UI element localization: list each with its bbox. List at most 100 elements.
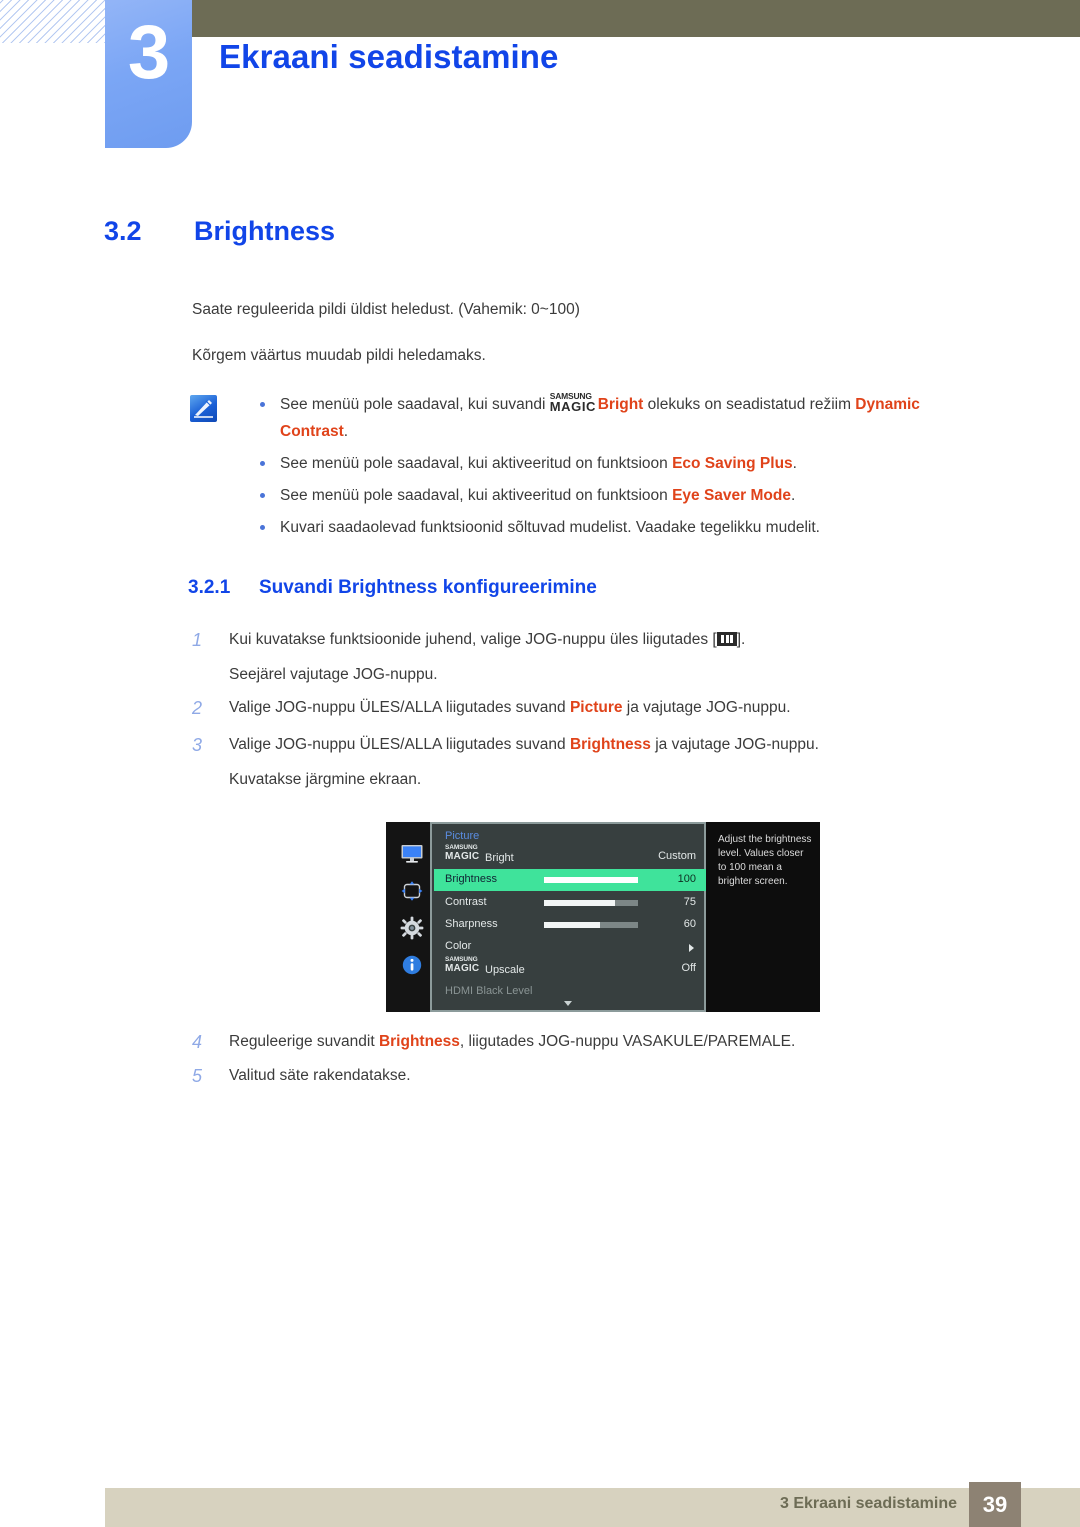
step-highlight: Picture: [569, 699, 623, 716]
osd-slider-brightness[interactable]: [544, 877, 638, 883]
subsection-title: Suvandi Brightness konfigureerimine: [259, 577, 597, 598]
step-body: Kui kuvatakse funktsioonide juhend, vali…: [229, 631, 745, 648]
screen-adjust-icon[interactable]: [399, 878, 425, 904]
osd-row-value: Custom: [658, 850, 696, 862]
bullet-icon: [260, 461, 265, 466]
bullet-icon: [260, 402, 265, 407]
osd-row-upscale[interactable]: SAMSUNG MAGIC Upscale Off: [434, 956, 706, 980]
step-text-post: ja vajutage JOG-nuppu.: [622, 699, 791, 716]
note-text-pre: See menüü pole saadaval, kui aktiveeritu…: [280, 487, 673, 504]
magic-magic-label: MAGIC: [549, 399, 597, 414]
step-text-post: ].: [736, 631, 746, 648]
step-text-pre: Valitud säte rakendatakse.: [229, 1067, 411, 1084]
note-item: See menüü pole saadaval, kui aktiveeritu…: [244, 482, 984, 509]
step-text-pre: Valige JOG-nuppu ÜLES/ALLA liigutades su…: [229, 736, 570, 753]
note-text-post: .: [792, 455, 797, 472]
osd-menu-panel: Picture SAMSUNG MAGIC Bright Custom Bright…: [430, 822, 706, 1012]
footer-chapter-label: 3 Ekraani seadistamine: [780, 1495, 957, 1512]
step-highlight: Brightness: [378, 1033, 460, 1050]
osd-help-text: Adjust the brightness level. Values clos…: [718, 834, 812, 887]
step-subtext: Seejärel vajutage JOG-nuppu.: [229, 666, 438, 683]
subsection-heading: 3.2.1 Suvandi Brightness konfigureerimin…: [188, 577, 597, 599]
section-title: Brightness: [194, 216, 336, 246]
chapter-number: 3: [127, 10, 170, 95]
step-number: 1: [192, 630, 203, 650]
decorative-hatch-pattern: [0, 0, 105, 43]
note-item: Kuvari saadaolevad funktsioonid sõltuvad…: [244, 514, 984, 541]
osd-upscale-tail: Upscale: [485, 964, 525, 976]
osd-row-label: Brightness: [445, 873, 497, 885]
step-number: 5: [192, 1066, 203, 1086]
chevron-down-icon[interactable]: [564, 1001, 572, 1006]
magicbright-tail: Bright: [597, 396, 644, 413]
intro-paragraph-2: Kõrgem väärtus muudab pildi heledamaks.: [192, 347, 486, 364]
step-text-pre: Valige JOG-nuppu ÜLES/ALLA liigutades su…: [229, 699, 570, 716]
note-text-post: .: [790, 487, 796, 504]
osd-magic-logo: SAMSUNG MAGIC: [445, 844, 485, 862]
osd-row-magicbright[interactable]: SAMSUNG MAGIC Bright Custom: [434, 844, 706, 868]
step-body: Valitud säte rakendatakse.: [229, 1067, 411, 1084]
section-number: 3.2: [104, 216, 142, 246]
osd-magic-logo: SAMSUNG MAGIC: [445, 956, 485, 974]
note-text-mid: olekuks on seadistatud režiim: [643, 396, 856, 413]
osd-row-sharpness[interactable]: Sharpness 60: [434, 914, 706, 936]
osd-slider-sharpness[interactable]: [544, 922, 638, 928]
note-highlight: Eco Saving Plus: [672, 455, 793, 472]
note-list: See menüü pole saadaval, kui suvandi SAM…: [244, 391, 984, 546]
osd-row-brightness[interactable]: Brightness 100: [434, 869, 706, 891]
osd-row-value: Off: [681, 962, 696, 974]
osd-magic-magic: MAGIC: [445, 963, 480, 974]
osd-magicbright-tail: Bright: [485, 852, 514, 864]
step-number: 3: [192, 735, 203, 755]
jog-up-icon: [716, 632, 737, 646]
osd-menu-title: Picture: [445, 830, 480, 842]
note-item: See menüü pole saadaval, kui suvandi SAM…: [244, 391, 984, 445]
header-olive-bar: [192, 0, 1080, 37]
osd-row-value: 60: [683, 918, 696, 930]
note-pen-icon: [190, 395, 217, 422]
osd-row-label: Color: [445, 940, 472, 952]
intro-paragraph-1: Saate reguleerida pildi üldist heledust.…: [192, 301, 580, 318]
page-number-badge: 39: [969, 1482, 1021, 1527]
step-text-pre: Kui kuvatakse funktsioonide juhend, vali…: [229, 631, 717, 648]
step-body: Valige JOG-nuppu ÜLES/ALLA liigutades su…: [229, 699, 791, 716]
step-subtext: Kuvatakse järgmine ekraan.: [229, 771, 422, 788]
osd-row-color[interactable]: Color: [434, 936, 706, 958]
note-highlight: Eye Saver Mode: [672, 487, 791, 504]
magicbright-logo: SAMSUNG MAGIC: [550, 391, 598, 414]
gear-icon[interactable]: [399, 915, 425, 941]
osd-magic-samsung: SAMSUNG: [445, 956, 478, 963]
bullet-icon: [260, 525, 265, 530]
monitor-icon[interactable]: [399, 841, 425, 867]
info-icon[interactable]: [399, 952, 425, 978]
note-text-post: .: [343, 423, 349, 440]
note-item: See menüü pole saadaval, kui aktiveeritu…: [244, 450, 984, 477]
osd-row-label: SAMSUNG MAGIC Bright: [445, 844, 514, 864]
osd-slider-contrast[interactable]: [544, 900, 638, 906]
osd-row-value: 75: [683, 896, 696, 908]
note-text-pre: See menüü pole saadaval, kui aktiveeritu…: [280, 455, 673, 472]
osd-row-hdmi-black-level[interactable]: HDMI Black Level: [434, 981, 706, 1003]
osd-row-contrast[interactable]: Contrast 75: [434, 892, 706, 914]
section-heading: 3.2 Brightness: [104, 216, 335, 247]
step-highlight: Brightness: [569, 736, 651, 753]
note-text-pre: See menüü pole saadaval, kui suvandi: [280, 396, 550, 413]
step-item: 4 Reguleerige suvandit Brightness, liigu…: [192, 1030, 992, 1054]
osd-row-label: HDMI Black Level: [445, 985, 533, 997]
osd-row-label: SAMSUNG MAGIC Upscale: [445, 956, 525, 976]
osd-row-value: 100: [677, 873, 696, 885]
step-body: Valige JOG-nuppu ÜLES/ALLA liigutades su…: [229, 736, 819, 753]
osd-help-panel: Adjust the brightness level. Values clos…: [708, 822, 820, 1012]
note-text-pre: Kuvari saadaolevad funktsioonid sõltuvad…: [280, 519, 820, 536]
step-number: 2: [192, 698, 203, 718]
step-item: 5 Valitud säte rakendatakse.: [192, 1064, 992, 1088]
step-text-post: ja vajutage JOG-nuppu.: [650, 736, 819, 753]
step-number: 4: [192, 1032, 203, 1052]
step-item: 2 Valige JOG-nuppu ÜLES/ALLA liigutades …: [192, 696, 992, 720]
step-item: 3 Valige JOG-nuppu ÜLES/ALLA liigutades …: [192, 733, 992, 792]
step-body: Reguleerige suvandit Brightness, liiguta…: [229, 1033, 795, 1050]
osd-row-label: Contrast: [445, 896, 487, 908]
osd-row-label: Sharpness: [445, 918, 498, 930]
osd-screenshot: Picture SAMSUNG MAGIC Bright Custom Bright…: [386, 822, 820, 1012]
step-text-pre: Reguleerige suvandit: [229, 1033, 379, 1050]
